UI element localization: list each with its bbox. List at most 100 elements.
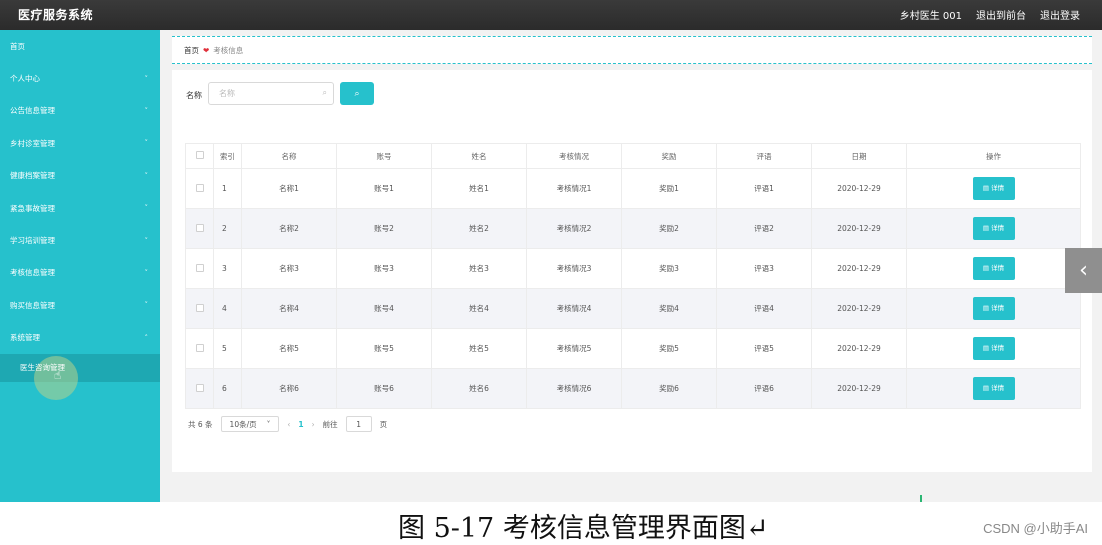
sidebar-item[interactable]: 公告信息管理 ˅ [0,95,160,127]
row-checkbox[interactable] [195,343,204,352]
detail-button[interactable]: ▤ 详情 [972,297,1015,320]
sidebar-item[interactable]: 乡村诊室管理 ˅ [0,127,160,159]
row-select-cell [185,208,214,249]
detail-button[interactable]: ▤ 详情 [972,337,1015,360]
detail-button[interactable]: ▤ 详情 [972,257,1015,280]
cell-reward: 奖励5 [621,328,717,369]
chevron-icon: ˅ [144,106,149,115]
sidebar-item-label: 购买信息管理 [10,300,55,310]
cell-person: 姓名1 [431,168,527,209]
sidebar-item[interactable]: 个人中心 ˅ [0,62,160,94]
sidebar-item[interactable]: 系统管理 ˄ [0,322,160,354]
detail-button[interactable]: ▤ 详情 [972,217,1015,240]
document-icon: ▤ [982,264,992,272]
sidebar: 首页 个人中心 ˅ 公告信息管理 ˅ 乡村诊室管理 ˅ 健康档案管理 ˅ 紧急事故管理 ˅ 学习培训管… [0,30,160,502]
cell-date: 2020-12-29 [811,288,907,329]
chevron-icon: ˅ [144,139,149,148]
cell-idx: 6 [213,368,242,409]
total-count: 共 6 条 [188,419,213,429]
row-checkbox[interactable] [195,383,204,392]
cell-account: 账号1 [336,168,432,209]
sidebar-item[interactable]: 健康档案管理 ˅ [0,160,160,192]
document-icon: ▤ [982,344,992,352]
sidebar-item-label: 学习培训管理 [10,236,55,246]
search-input[interactable]: 名称 ⌕ [208,82,334,105]
cell-date: 2020-12-29 [811,208,907,249]
column-header: 奖励 [621,143,717,169]
sidebar-item-label: 系统管理 [10,333,40,343]
cell-comment: 评语3 [716,248,812,289]
document-icon: ▤ [982,304,992,312]
breadcrumb-home[interactable]: 首页 [184,45,199,56]
table-body: 1 名称1 账号1 姓名1 考核情况1 奖励1 评语1 2020-12-29 ▤ 详情 2 名称2 账… [185,168,1081,409]
detail-button-label: 详情 [991,344,1005,352]
cell-reward: 奖励2 [621,208,717,249]
cell-name: 名称5 [241,328,337,369]
detail-button-label: 详情 [991,184,1005,192]
current-user: 乡村医生 001 [899,11,962,22]
goto-value: 1 [356,419,361,429]
cell-name: 名称3 [241,248,337,289]
heart-icon: ❤ [203,46,210,55]
table-row: 1 名称1 账号1 姓名1 考核情况1 奖励1 评语1 2020-12-29 ▤ 详情 [185,168,1081,209]
collapse-tab[interactable]: ‹ [1065,248,1102,293]
cell-account: 账号5 [336,328,432,369]
current-page[interactable]: 1 [298,420,303,429]
sidebar-item[interactable]: 考核信息管理 ˅ [0,257,160,289]
cell-action: ▤ 详情 [906,248,1081,289]
cell-comment: 评语2 [716,208,812,249]
cell-reward: 奖励6 [621,368,717,409]
search-field-icon: ⌕ [322,88,327,97]
row-select-cell [185,328,214,369]
table-row: 6 名称6 账号6 姓名6 考核情况6 奖励6 评语6 2020-12-29 ▤ 详情 [185,368,1081,409]
cell-comment: 评语6 [716,368,812,409]
row-select-cell [185,168,214,209]
row-select-cell [185,368,214,409]
detail-button-label: 详情 [991,384,1005,392]
sidebar-item[interactable]: 首页 [0,30,160,62]
next-page-button[interactable]: › [312,420,315,429]
select-all-checkbox[interactable] [195,151,204,159]
sidebar-subitem[interactable]: 医生咨询管理 ☝ [0,353,160,400]
search-icon: ⌕ [354,88,360,99]
cell-idx: 3 [213,248,242,289]
chevron-icon: ˄ [144,333,149,342]
cell-name: 名称1 [241,168,337,209]
row-select-cell [185,248,214,289]
sidebar-item[interactable]: 紧急事故管理 ˅ [0,192,160,224]
search-button[interactable]: ⌕ [340,82,374,105]
sidebar-item-label: 公告信息管理 [10,106,55,116]
detail-button[interactable]: ▤ 详情 [972,177,1015,200]
cell-action: ▤ 详情 [906,328,1081,369]
detail-button[interactable]: ▤ 详情 [972,377,1015,400]
page-size-select[interactable]: 10条/页 ˅ [220,416,280,432]
search-label: 名称 [186,91,202,100]
row-checkbox[interactable] [195,223,204,232]
chevron-icon: ˅ [144,236,149,245]
goto-page-input[interactable]: 1 [345,416,372,432]
detail-button-label: 详情 [991,304,1005,312]
row-checkbox[interactable] [195,303,204,312]
frontend-link[interactable]: 退出到前台 [976,7,1026,22]
cell-person: 姓名6 [431,368,527,409]
goto-label: 前往 [322,419,338,429]
cell-comment: 评语4 [716,288,812,329]
top-bar-actions: 乡村医生 001 退出到前台 退出登录 [900,7,1080,22]
row-checkbox[interactable] [195,183,204,192]
row-select-cell [185,288,214,329]
row-checkbox[interactable] [195,263,204,272]
cell-status: 考核情况4 [526,288,622,329]
chevron-icon: ˅ [144,301,149,310]
cell-reward: 奖励4 [621,288,717,329]
sidebar-item-label: 考核信息管理 [10,268,55,278]
sidebar-item[interactable]: 购买信息管理 ˅ [0,289,160,321]
column-header: 日期 [811,143,907,169]
prev-page-button[interactable]: ‹ [287,420,290,429]
pagination: 共 6 条 10条/页 ˅ ‹ 1 › 前往 1 页 [188,416,387,432]
cell-reward: 奖励3 [621,248,717,289]
cell-name: 名称4 [241,288,337,329]
cell-idx: 5 [213,328,242,369]
logout-link[interactable]: 退出登录 [1040,7,1080,22]
sidebar-item[interactable]: 学习培训管理 ˅ [0,224,160,256]
column-header: 操作 [906,143,1081,169]
